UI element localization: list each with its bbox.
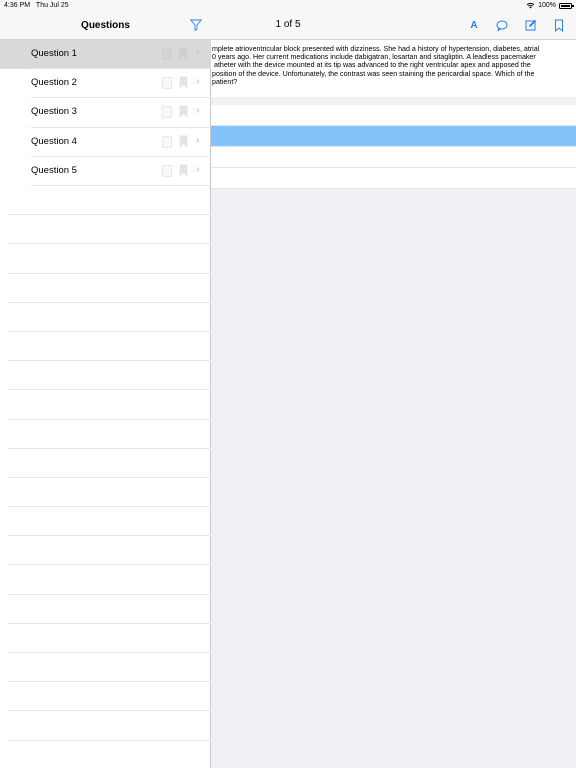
- bookmark-icon[interactable]: [179, 164, 188, 177]
- empty-row: [8, 536, 211, 566]
- question-label: Question 3: [31, 106, 77, 118]
- status-right: 100%: [526, 2, 574, 9]
- empty-row: [8, 274, 211, 303]
- chevron-right-icon: ›: [196, 105, 200, 117]
- status-clock: 4:36 PM: [4, 2, 31, 9]
- question-label: Question 4: [31, 135, 77, 147]
- status-bar: 4:36 PM Thu Jul 25 100%: [0, 0, 576, 12]
- question-label: Question 2: [31, 77, 77, 89]
- note-icon: [162, 135, 172, 148]
- sidebar-item-question-3[interactable]: Question 3 ›: [0, 98, 211, 128]
- empty-row: [8, 449, 211, 478]
- chevron-right-icon: ›: [196, 47, 200, 58]
- sidebar-header: Questions: [0, 12, 211, 40]
- empty-row: [8, 244, 211, 274]
- empty-row: [8, 682, 211, 712]
- empty-row: [8, 186, 211, 216]
- battery-icon: [559, 2, 574, 9]
- questions-sidebar: Questions Question 1 › Question 2 › Ques…: [0, 0, 211, 768]
- status-date: Thu Jul 25: [35, 2, 69, 9]
- wifi-icon: [526, 2, 535, 9]
- question-counter: 1 of 5: [275, 19, 301, 30]
- bookmark-icon[interactable]: [179, 135, 188, 148]
- empty-row: [8, 361, 211, 391]
- chevron-right-icon: ›: [196, 134, 200, 146]
- font-size-icon[interactable]: A: [467, 18, 481, 32]
- question-label: Question 5: [31, 164, 77, 176]
- empty-row: [8, 215, 211, 245]
- note-icon: [162, 106, 172, 119]
- sidebar-item-question-4[interactable]: Question 4 ›: [0, 128, 211, 157]
- edit-icon[interactable]: [524, 18, 538, 32]
- chevron-right-icon: ›: [196, 76, 200, 88]
- bookmark-icon[interactable]: [179, 76, 188, 89]
- battery-percent: 100%: [538, 2, 556, 9]
- sidebar-item-question-2[interactable]: Question 2 ›: [0, 69, 211, 99]
- empty-row: [8, 420, 211, 449]
- comment-icon[interactable]: [495, 18, 509, 32]
- question-list: Question 1 › Question 2 › Question 3 › Q…: [0, 40, 211, 187]
- empty-row: [8, 711, 211, 741]
- bookmark-icon[interactable]: [552, 18, 566, 32]
- empty-row: [8, 478, 211, 508]
- bookmark-icon[interactable]: [179, 47, 188, 60]
- status-time: 4:36 PM Thu Jul 25: [4, 2, 69, 9]
- empty-row: [8, 390, 211, 420]
- bookmark-icon[interactable]: [179, 105, 188, 118]
- empty-list-rows: [0, 186, 211, 741]
- empty-row: [8, 565, 211, 595]
- font-size-label: A: [470, 19, 478, 31]
- filter-icon[interactable]: [190, 19, 202, 31]
- note-icon: [162, 77, 172, 90]
- sidebar-item-question-5[interactable]: Question 5 ›: [0, 157, 211, 187]
- note-icon: [162, 164, 172, 177]
- sidebar-title: Questions: [81, 20, 130, 31]
- empty-row: [8, 595, 211, 624]
- note-icon: [162, 48, 172, 60]
- sidebar-item-question-1[interactable]: Question 1 ›: [0, 40, 211, 70]
- empty-row: [8, 332, 211, 362]
- empty-row: [8, 653, 211, 683]
- empty-row: [8, 507, 211, 537]
- empty-row: [8, 303, 211, 332]
- empty-row: [8, 624, 211, 653]
- question-label: Question 1: [31, 48, 77, 59]
- chevron-right-icon: ›: [196, 163, 200, 175]
